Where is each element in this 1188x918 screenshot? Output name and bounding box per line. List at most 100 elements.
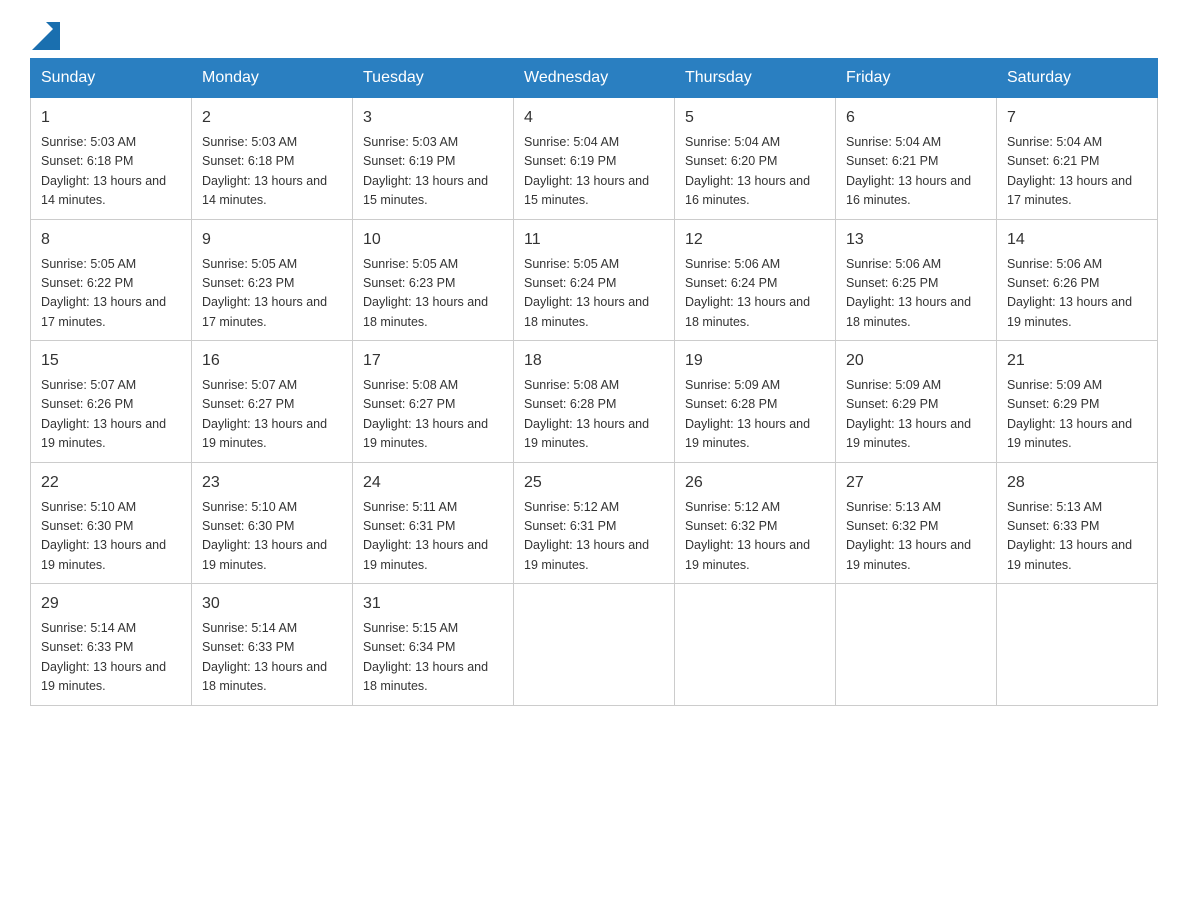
day-info: Sunrise: 5:12 AMSunset: 6:32 PMDaylight:… [685,498,825,576]
day-number: 17 [363,349,503,373]
day-info: Sunrise: 5:09 AMSunset: 6:29 PMDaylight:… [846,376,986,454]
calendar-body: 1 Sunrise: 5:03 AMSunset: 6:18 PMDaylight… [31,98,1158,706]
day-number: 20 [846,349,986,373]
calendar-week-1: 1 Sunrise: 5:03 AMSunset: 6:18 PMDaylight… [31,98,1158,220]
day-info: Sunrise: 5:09 AMSunset: 6:29 PMDaylight:… [1007,376,1147,454]
day-number: 29 [41,592,181,616]
weekday-header-monday: Monday [192,59,353,98]
calendar-week-5: 29 Sunrise: 5:14 AMSunset: 6:33 PMDayligh… [31,584,1158,706]
day-info: Sunrise: 5:03 AMSunset: 6:18 PMDaylight:… [202,133,342,211]
day-number: 25 [524,471,664,495]
calendar-cell: 8 Sunrise: 5:05 AMSunset: 6:22 PMDaylight… [31,219,192,341]
day-info: Sunrise: 5:09 AMSunset: 6:28 PMDaylight:… [685,376,825,454]
calendar-cell: 10 Sunrise: 5:05 AMSunset: 6:23 PMDayligh… [353,219,514,341]
day-info: Sunrise: 5:06 AMSunset: 6:26 PMDaylight:… [1007,255,1147,333]
day-number: 6 [846,106,986,130]
day-info: Sunrise: 5:06 AMSunset: 6:24 PMDaylight:… [685,255,825,333]
calendar-cell: 3 Sunrise: 5:03 AMSunset: 6:19 PMDaylight… [353,98,514,220]
calendar-cell: 27 Sunrise: 5:13 AMSunset: 6:32 PMDayligh… [836,462,997,584]
day-info: Sunrise: 5:03 AMSunset: 6:18 PMDaylight:… [41,133,181,211]
day-info: Sunrise: 5:06 AMSunset: 6:25 PMDaylight:… [846,255,986,333]
day-number: 21 [1007,349,1147,373]
day-number: 30 [202,592,342,616]
calendar-cell: 19 Sunrise: 5:09 AMSunset: 6:28 PMDayligh… [675,341,836,463]
calendar-week-2: 8 Sunrise: 5:05 AMSunset: 6:22 PMDaylight… [31,219,1158,341]
day-number: 11 [524,228,664,252]
calendar-week-3: 15 Sunrise: 5:07 AMSunset: 6:26 PMDayligh… [31,341,1158,463]
weekday-header-friday: Friday [836,59,997,98]
calendar-cell: 2 Sunrise: 5:03 AMSunset: 6:18 PMDaylight… [192,98,353,220]
calendar-cell: 23 Sunrise: 5:10 AMSunset: 6:30 PMDayligh… [192,462,353,584]
logo-line1 [30,20,60,48]
day-info: Sunrise: 5:10 AMSunset: 6:30 PMDaylight:… [202,498,342,576]
calendar-cell: 24Sunrise: 5:11 AMSunset: 6:31 PMDayligh… [353,462,514,584]
day-number: 3 [363,106,503,130]
day-info: Sunrise: 5:04 AMSunset: 6:19 PMDaylight:… [524,133,664,211]
calendar-cell [836,584,997,706]
day-number: 18 [524,349,664,373]
calendar-cell: 20 Sunrise: 5:09 AMSunset: 6:29 PMDayligh… [836,341,997,463]
day-info: Sunrise: 5:05 AMSunset: 6:23 PMDaylight:… [202,255,342,333]
weekday-header-sunday: Sunday [31,59,192,98]
day-number: 19 [685,349,825,373]
day-number: 1 [41,106,181,130]
calendar-cell: 15 Sunrise: 5:07 AMSunset: 6:26 PMDayligh… [31,341,192,463]
calendar-cell: 7 Sunrise: 5:04 AMSunset: 6:21 PMDaylight… [997,98,1158,220]
day-info: Sunrise: 5:05 AMSunset: 6:23 PMDaylight:… [363,255,503,333]
day-info: Sunrise: 5:14 AMSunset: 6:33 PMDaylight:… [41,619,181,697]
day-number: 31 [363,592,503,616]
day-number: 7 [1007,106,1147,130]
day-info: Sunrise: 5:03 AMSunset: 6:19 PMDaylight:… [363,133,503,211]
calendar-cell: 9Sunrise: 5:05 AMSunset: 6:23 PMDaylight… [192,219,353,341]
weekday-header-wednesday: Wednesday [514,59,675,98]
day-number: 12 [685,228,825,252]
calendar-cell: 31 Sunrise: 5:15 AMSunset: 6:34 PMDayligh… [353,584,514,706]
calendar-cell: 13 Sunrise: 5:06 AMSunset: 6:25 PMDayligh… [836,219,997,341]
day-info: Sunrise: 5:10 AMSunset: 6:30 PMDaylight:… [41,498,181,576]
day-number: 10 [363,228,503,252]
calendar-cell: 14 Sunrise: 5:06 AMSunset: 6:26 PMDayligh… [997,219,1158,341]
day-info: Sunrise: 5:04 AMSunset: 6:21 PMDaylight:… [846,133,986,211]
calendar-cell: 29 Sunrise: 5:14 AMSunset: 6:33 PMDayligh… [31,584,192,706]
calendar-cell: 26Sunrise: 5:12 AMSunset: 6:32 PMDayligh… [675,462,836,584]
day-info: Sunrise: 5:04 AMSunset: 6:21 PMDaylight:… [1007,133,1147,211]
calendar-cell: 18 Sunrise: 5:08 AMSunset: 6:28 PMDayligh… [514,341,675,463]
day-info: Sunrise: 5:13 AMSunset: 6:33 PMDaylight:… [1007,498,1147,576]
calendar-cell [997,584,1158,706]
day-info: Sunrise: 5:05 AMSunset: 6:24 PMDaylight:… [524,255,664,333]
calendar-cell: 6 Sunrise: 5:04 AMSunset: 6:21 PMDaylight… [836,98,997,220]
calendar-cell [514,584,675,706]
day-number: 24 [363,471,503,495]
calendar-cell: 4 Sunrise: 5:04 AMSunset: 6:19 PMDaylight… [514,98,675,220]
day-number: 2 [202,106,342,130]
calendar-table: SundayMondayTuesdayWednesdayThursdayFrid… [30,58,1158,706]
day-number: 16 [202,349,342,373]
day-number: 14 [1007,228,1147,252]
page-header [30,20,1158,48]
day-info: Sunrise: 5:14 AMSunset: 6:33 PMDaylight:… [202,619,342,697]
calendar-cell: 12 Sunrise: 5:06 AMSunset: 6:24 PMDayligh… [675,219,836,341]
calendar-cell: 28 Sunrise: 5:13 AMSunset: 6:33 PMDayligh… [997,462,1158,584]
day-info: Sunrise: 5:07 AMSunset: 6:26 PMDaylight:… [41,376,181,454]
day-info: Sunrise: 5:12 AMSunset: 6:31 PMDaylight:… [524,498,664,576]
day-info: Sunrise: 5:15 AMSunset: 6:34 PMDaylight:… [363,619,503,697]
day-number: 4 [524,106,664,130]
calendar-week-4: 22 Sunrise: 5:10 AMSunset: 6:30 PMDayligh… [31,462,1158,584]
calendar-cell: 21 Sunrise: 5:09 AMSunset: 6:29 PMDayligh… [997,341,1158,463]
weekday-header-saturday: Saturday [997,59,1158,98]
day-number: 23 [202,471,342,495]
day-number: 8 [41,228,181,252]
logo [30,20,60,48]
logo-icon [32,22,60,50]
day-info: Sunrise: 5:08 AMSunset: 6:28 PMDaylight:… [524,376,664,454]
day-number: 15 [41,349,181,373]
calendar-cell: 16Sunrise: 5:07 AMSunset: 6:27 PMDayligh… [192,341,353,463]
day-info: Sunrise: 5:13 AMSunset: 6:32 PMDaylight:… [846,498,986,576]
day-number: 13 [846,228,986,252]
day-number: 28 [1007,471,1147,495]
calendar-cell: 1 Sunrise: 5:03 AMSunset: 6:18 PMDaylight… [31,98,192,220]
day-number: 27 [846,471,986,495]
weekday-header-thursday: Thursday [675,59,836,98]
day-number: 22 [41,471,181,495]
day-info: Sunrise: 5:05 AMSunset: 6:22 PMDaylight:… [41,255,181,333]
